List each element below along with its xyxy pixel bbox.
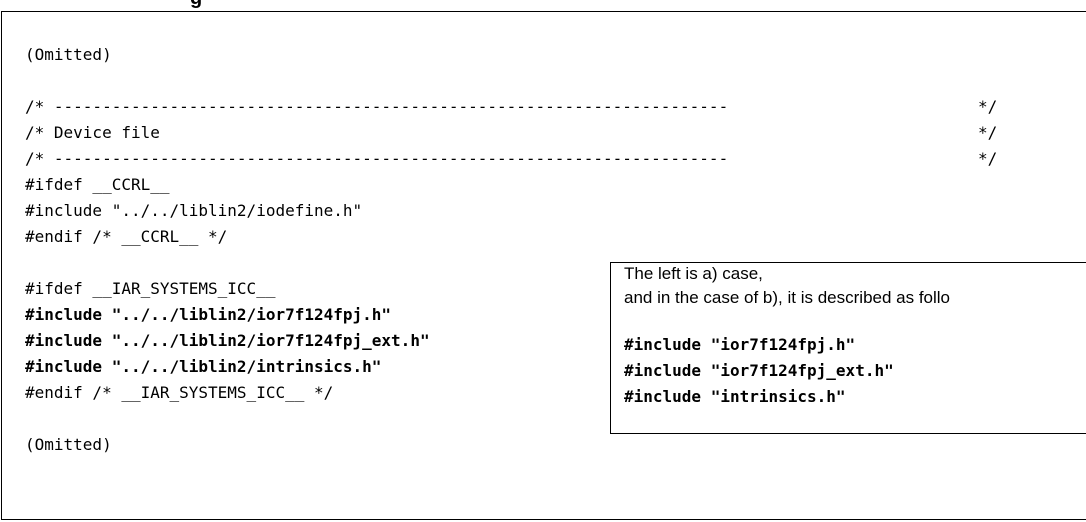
comment-divider-bottom-end: */ (978, 149, 998, 168)
comment-divider-top: /* -------------------------------------… (25, 97, 729, 116)
device-file-comment-end: */ (978, 123, 998, 142)
include-intrinsics-line: #include "../../liblin2/intrinsics.h" (25, 357, 382, 376)
note-line-1: The left is a) case, (624, 264, 763, 283)
note-include-3: #include "intrinsics.h" (624, 387, 846, 406)
section-heading: g (190, 0, 202, 10)
ifdef-ccrl-line: #ifdef __CCRL__ (25, 175, 170, 194)
comment-divider-top-end: */ (978, 97, 998, 116)
device-file-comment: /* Device file (25, 123, 160, 142)
note-callout-box: The left is a) case, and in the case of … (610, 262, 1086, 434)
omitted-top-line: (Omitted) (25, 45, 112, 64)
endif-iar-line: #endif /* __IAR_SYSTEMS_ICC__ */ (25, 383, 334, 402)
endif-ccrl-line: #endif /* __CCRL__ */ (25, 227, 228, 246)
omitted-bottom-line: (Omitted) (25, 435, 112, 454)
note-include-2: #include "ior7f124fpj_ext.h" (624, 361, 894, 380)
ifdef-iar-line: #ifdef __IAR_SYSTEMS_ICC__ (25, 279, 276, 298)
section-heading-clip: g (0, 0, 1086, 10)
include-ior7f124fpj-line: #include "../../liblin2/ior7f124fpj.h" (25, 305, 392, 324)
comment-divider-bottom: /* -------------------------------------… (25, 149, 729, 168)
include-ior7f124fpj-ext-line: #include "../../liblin2/ior7f124fpj_ext.… (25, 331, 430, 350)
include-iodefine-line: #include "../../liblin2/iodefine.h" (25, 201, 363, 220)
note-line-2: and in the case of b), it is described a… (624, 288, 951, 307)
note-include-1: #include "ior7f124fpj.h" (624, 335, 856, 354)
